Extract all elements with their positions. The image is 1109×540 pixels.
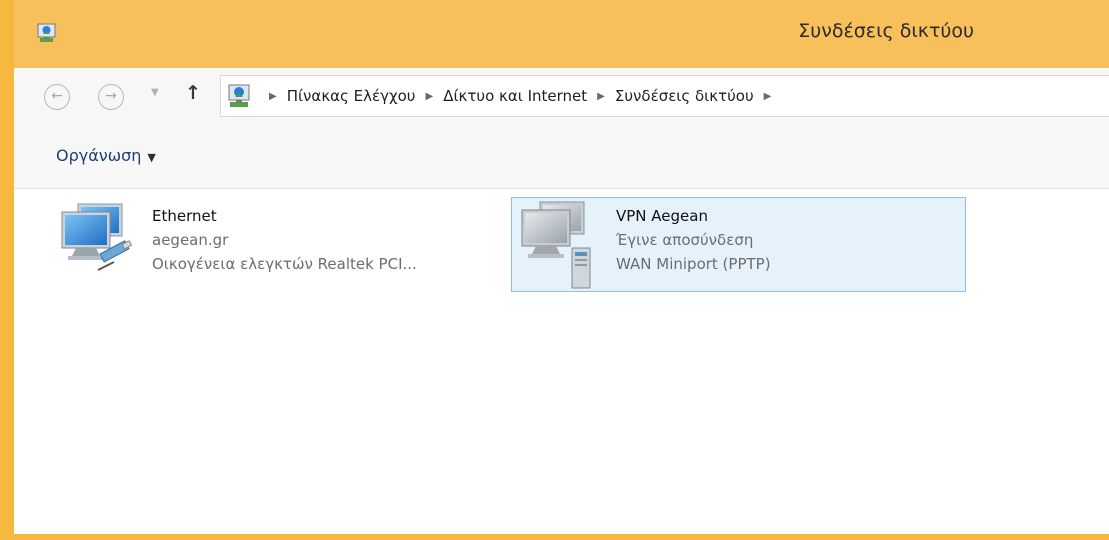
organize-button[interactable]: Οργάνωση ▼ <box>56 146 156 165</box>
forward-arrow-icon: → <box>105 88 117 104</box>
address-bar[interactable]: ▶ Πίνακας Ελέγχου ▶ Δίκτυο και Internet … <box>220 75 1109 117</box>
caret-down-icon: ▼ <box>147 151 156 164</box>
connection-text: VPN Aegean Έγινε αποσύνδεση WAN Miniport… <box>616 204 771 276</box>
connection-device: WAN Miniport (PPTP) <box>616 255 771 273</box>
breadcrumb-item-network-connections[interactable]: Συνδέσεις δικτύου <box>615 87 754 105</box>
title-bar[interactable]: Συνδέσεις δικτύου <box>14 0 1109 68</box>
breadcrumb-separator-icon[interactable]: ▶ <box>597 91 605 102</box>
window-title: Συνδέσεις δικτύου <box>798 20 974 42</box>
connection-status: aegean.gr <box>152 231 229 249</box>
connection-item-vpn[interactable]: VPN Aegean Έγινε αποσύνδεση WAN Miniport… <box>511 197 966 292</box>
back-button[interactable]: ← <box>44 84 70 110</box>
command-bar: Οργάνωση ▼ <box>14 126 1109 189</box>
explorer-window: Συνδέσεις δικτύου ← → ▼ ↑ ▶ Πίνακας Ελέγ… <box>0 0 1109 540</box>
connection-status: Έγινε αποσύνδεση <box>616 231 754 249</box>
connection-item-ethernet[interactable]: Ethernet aegean.gr Οικογένεια ελεγκτών R… <box>48 198 508 294</box>
connection-name: VPN Aegean <box>616 207 708 225</box>
chevron-down-icon: ▼ <box>151 87 159 98</box>
back-arrow-icon: ← <box>51 88 63 104</box>
ethernet-connection-icon <box>61 203 133 271</box>
breadcrumb-separator-icon[interactable]: ▶ <box>764 91 772 102</box>
control-panel-icon <box>228 84 250 107</box>
breadcrumb-separator-icon[interactable]: ▶ <box>269 91 277 102</box>
connection-device: Οικογένεια ελεγκτών Realtek PCI... <box>152 255 417 273</box>
up-button[interactable]: ↑ <box>185 82 201 104</box>
up-arrow-icon: ↑ <box>185 82 201 104</box>
breadcrumb: ▶ Πίνακας Ελέγχου ▶ Δίκτυο και Internet … <box>259 76 781 116</box>
network-connections-icon[interactable] <box>36 22 58 44</box>
forward-button[interactable]: → <box>98 84 124 110</box>
connection-text: Ethernet aegean.gr Οικογένεια ελεγκτών R… <box>152 204 417 276</box>
navigation-bar: ← → ▼ ↑ ▶ Πίνακας Ελέγχου ▶ Δίκτυο και I… <box>14 68 1109 126</box>
breadcrumb-item-control-panel[interactable]: Πίνακας Ελέγχου <box>287 87 416 105</box>
vpn-connection-icon <box>521 201 591 289</box>
organize-label: Οργάνωση <box>56 146 142 165</box>
breadcrumb-separator-icon[interactable]: ▶ <box>426 91 434 102</box>
connection-name: Ethernet <box>152 207 217 225</box>
recent-locations-button[interactable]: ▼ <box>151 87 159 98</box>
breadcrumb-item-network-internet[interactable]: Δίκτυο και Internet <box>443 87 587 105</box>
